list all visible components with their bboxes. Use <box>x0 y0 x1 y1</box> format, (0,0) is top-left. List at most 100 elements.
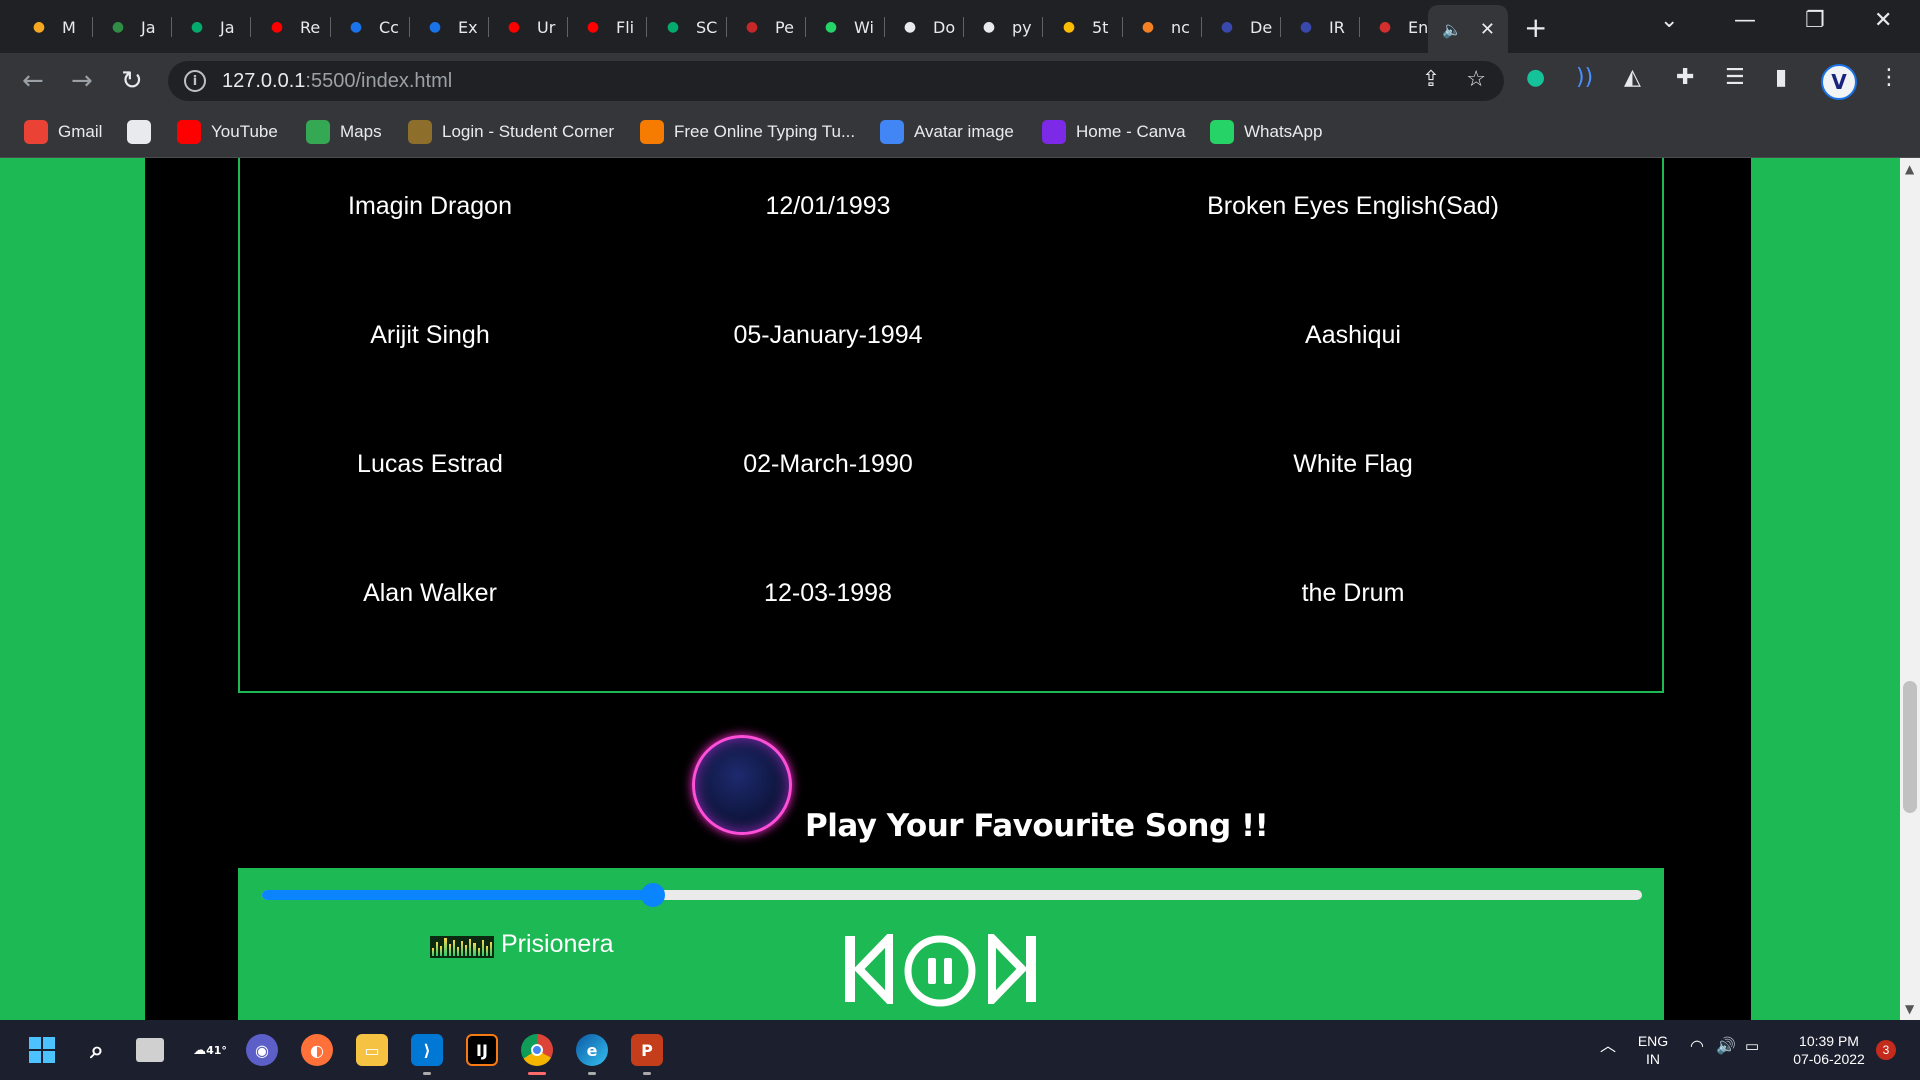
shark-extension-icon[interactable]: ◭ <box>1624 65 1641 90</box>
chrome-icon[interactable] <box>521 1034 553 1066</box>
clock[interactable]: 10:39 PM 07-06-2022 <box>1784 1032 1874 1068</box>
powerpoint-icon[interactable]: P <box>631 1034 663 1066</box>
bookmark-item[interactable]: Free Online Typing Tu... <box>640 120 855 144</box>
grammarly-icon[interactable]: ● <box>1526 65 1545 90</box>
firefox-icon[interactable]: ◐ <box>301 1034 333 1066</box>
browser-tab[interactable]: ● IR <box>1281 8 1360 46</box>
codechef-icon: ● <box>428 19 442 35</box>
restore-icon[interactable]: ❐ <box>1805 8 1825 33</box>
portal-icon: ● <box>1299 19 1313 35</box>
profile-avatar[interactable]: V <box>1821 64 1857 100</box>
bookmark-label: Home - Canva <box>1076 122 1186 141</box>
tab-separator <box>1042 17 1043 37</box>
bookmark-item[interactable]: Home - Canva <box>1042 120 1186 144</box>
music-player: Prisionera <box>238 868 1664 1020</box>
reading-list-icon[interactable]: ☰ <box>1725 65 1745 90</box>
intellij-icon[interactable]: IJ <box>466 1034 498 1066</box>
volume-icon[interactable]: 🔊 <box>1716 1038 1736 1056</box>
scroll-down-icon[interactable]: ▼ <box>1905 1002 1914 1016</box>
teams-chat-icon[interactable]: ◉ <box>246 1034 278 1066</box>
close-tab-icon[interactable]: ✕ <box>1480 19 1495 40</box>
youtube-icon: ● <box>507 19 521 35</box>
equalizer-bar <box>444 938 447 956</box>
speaker-muted-icon[interactable]: 🔈 <box>1442 20 1462 39</box>
battery-icon[interactable]: ▭ <box>1745 1038 1759 1056</box>
book-icon: ● <box>745 19 759 35</box>
next-track-icon[interactable] <box>988 934 1038 1004</box>
browser-tab[interactable]: ● Ja <box>172 8 251 46</box>
minimize-icon[interactable]: — <box>1734 8 1756 33</box>
browser-tab[interactable]: ● py <box>964 8 1043 46</box>
tab-search-icon[interactable]: ⌄ <box>1660 8 1678 33</box>
tab-title: Re <box>300 17 321 37</box>
bookmark-item[interactable]: Gmail <box>24 120 102 144</box>
browser-tab[interactable]: ● 5t <box>1044 8 1123 46</box>
url-text[interactable]: 127.0.0.1:5500/index.html <box>222 70 452 93</box>
bookmark-item[interactable] <box>127 120 161 144</box>
scroll-up-icon[interactable]: ▲ <box>1905 162 1914 176</box>
site-info-icon[interactable]: i <box>184 70 206 92</box>
progress-knob[interactable] <box>640 883 665 907</box>
equalizer-bar <box>473 943 476 956</box>
page-viewport: Imagin Dragon 12/01/1993 Broken Eyes Engli… <box>0 158 1900 1020</box>
tab-title: Ja <box>141 17 156 37</box>
bookmark-star-icon[interactable]: ☆ <box>1466 67 1486 92</box>
wifi-icon[interactable]: ◠ <box>1690 1038 1704 1056</box>
new-tab-button[interactable]: + <box>1524 11 1547 44</box>
task-view-icon[interactable] <box>136 1038 164 1062</box>
browser-tab[interactable]: ● Re <box>252 8 331 46</box>
browser-tab[interactable]: ● Ur <box>489 8 568 46</box>
read-aloud-icon[interactable]: )) <box>1576 65 1593 90</box>
forward-icon[interactable]: → <box>71 66 93 96</box>
youtube-icon: ● <box>270 19 284 35</box>
side-panel-icon[interactable]: ▮ <box>1775 65 1787 90</box>
bookmark-item[interactable]: YouTube <box>177 120 278 144</box>
notification-badge[interactable]: 3 <box>1876 1040 1896 1060</box>
vscode-icon[interactable]: ⟩ <box>411 1034 443 1066</box>
windows-start-icon[interactable] <box>26 1034 58 1066</box>
browser-tab[interactable]: ● De <box>1202 8 1281 46</box>
bookmark-item[interactable]: WhatsApp <box>1210 120 1322 144</box>
browser-tab[interactable]: ● SC <box>648 8 727 46</box>
close-window-icon[interactable]: ✕ <box>1874 8 1892 33</box>
bookmark-item[interactable]: Maps <box>306 120 382 144</box>
tray-overflow-icon[interactable]: ︿ <box>1600 1038 1616 1056</box>
browser-tab[interactable]: ● Do <box>885 8 964 46</box>
menu-kebab-icon[interactable]: ⋮ <box>1878 65 1900 90</box>
progress-bar[interactable] <box>262 883 1642 907</box>
language-indicator[interactable]: ENG IN <box>1636 1032 1670 1068</box>
browser-tab[interactable]: ● nc <box>1123 8 1202 46</box>
equalizer-bar <box>448 944 451 956</box>
browser-tab[interactable]: ● Ex <box>410 8 489 46</box>
birth-date-cell: 12/01/1993 <box>765 192 891 220</box>
table-row: Arijit Singh 05-January-1994 Aashiqui <box>240 321 1666 361</box>
browser-tab[interactable]: ● M <box>14 8 93 46</box>
back-icon[interactable]: ← <box>22 66 44 96</box>
tab-active[interactable]: 🔈 ✕ <box>1428 5 1508 53</box>
browser-toolbar: ← → ↻ i 127.0.0.1:5500/index.html ⇪ ☆ ● … <box>0 53 1920 108</box>
page-scrollbar[interactable]: ▲ ▼ <box>1900 158 1920 1020</box>
share-icon[interactable]: ⇪ <box>1422 67 1440 92</box>
spinning-disc-icon <box>692 735 792 835</box>
browser-tab[interactable]: ● Pe <box>727 8 806 46</box>
browser-tab[interactable]: ● Ja <box>93 8 172 46</box>
bookmark-item[interactable]: Login - Student Corner <box>408 120 614 144</box>
pause-icon[interactable] <box>903 934 977 1008</box>
equalizer-bar <box>436 942 439 956</box>
weather-icon[interactable]: ☁ 41° <box>188 1034 232 1066</box>
birth-date-cell: 02-March-1990 <box>743 450 913 478</box>
edge-icon[interactable]: e <box>576 1034 608 1066</box>
scroll-thumb[interactable] <box>1903 681 1917 813</box>
bookmark-item[interactable]: Avatar image <box>880 120 1014 144</box>
browser-tab[interactable]: ● Wi <box>806 8 885 46</box>
extensions-puzzle-icon[interactable]: ✚ <box>1676 65 1694 90</box>
address-bar[interactable]: i 127.0.0.1:5500/index.html ⇪ ☆ <box>168 61 1504 101</box>
github-icon <box>127 120 151 144</box>
file-explorer-icon[interactable]: ▭ <box>356 1034 388 1066</box>
search-icon[interactable]: ⌕ <box>81 1034 113 1066</box>
browser-tab[interactable]: ● Cc <box>331 8 410 46</box>
previous-track-icon[interactable] <box>843 934 893 1004</box>
browser-tab[interactable]: ● Fli <box>568 8 647 46</box>
reload-icon[interactable]: ↻ <box>121 66 143 96</box>
typing-icon <box>640 120 664 144</box>
